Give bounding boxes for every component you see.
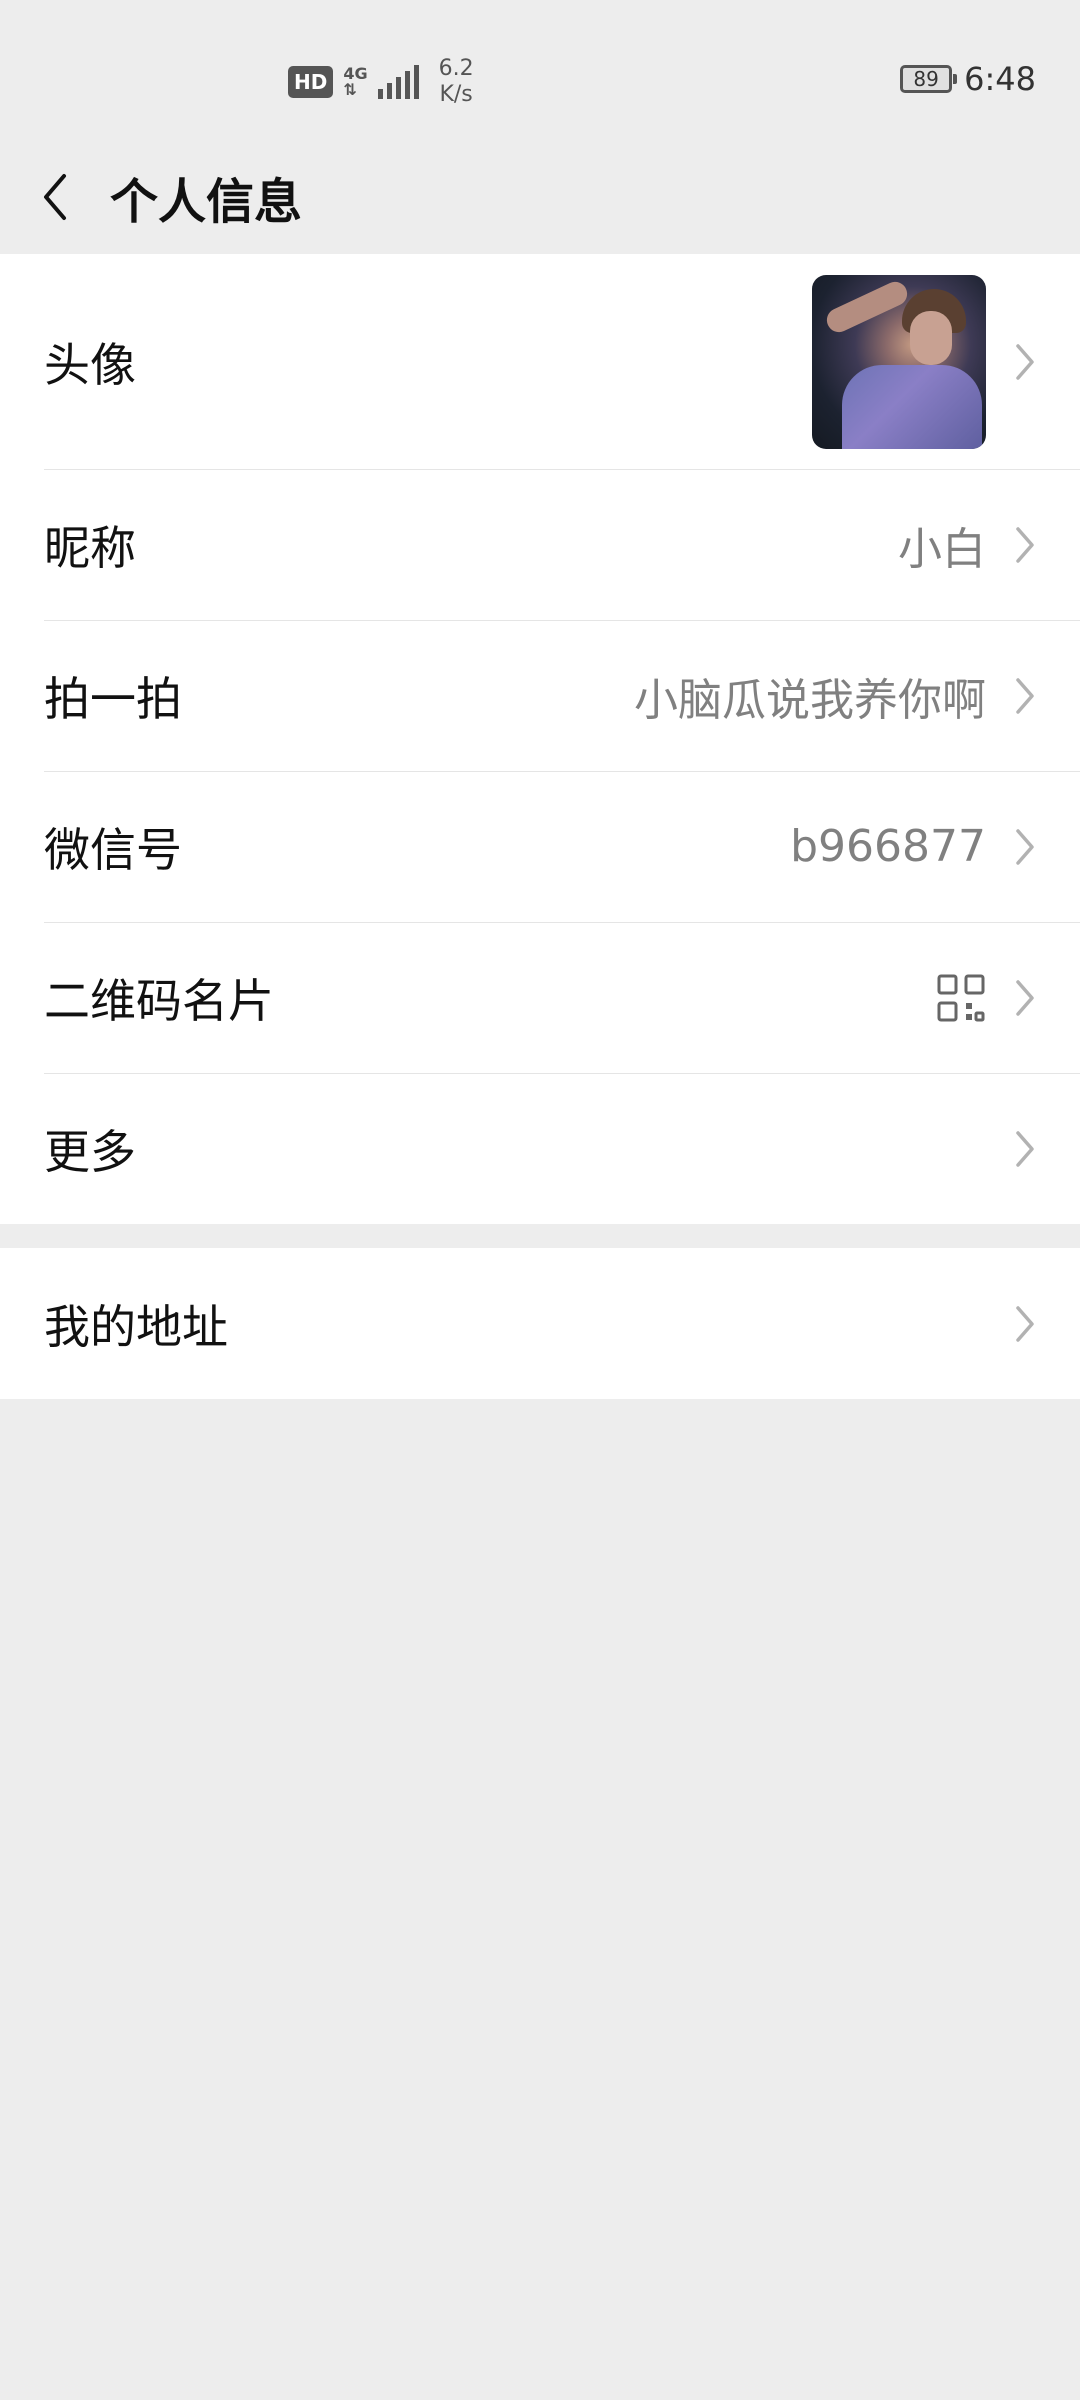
battery-level: 89	[913, 67, 939, 91]
avatar-label: 头像	[44, 337, 136, 392]
page-title: 个人信息	[110, 174, 303, 230]
row-avatar[interactable]: 头像	[0, 254, 1080, 469]
back-arrow-icon	[44, 174, 66, 220]
nickname-label: 昵称	[44, 520, 136, 575]
wechat-id-value: b966877	[790, 821, 986, 872]
avatar-container	[136, 274, 986, 449]
pat-label: 拍一拍	[44, 671, 182, 726]
data-arrows-icon: ⇅	[343, 80, 357, 99]
battery-icon: 89	[900, 65, 958, 93]
network-speed-value: 6.2	[438, 56, 474, 81]
row-pat[interactable]: 拍一拍 小脑瓜说我养你啊	[0, 620, 1080, 771]
status-left: HD 4G ⇅ 6.2 K/s	[288, 56, 474, 108]
wechat-id-label: 微信号	[44, 822, 182, 877]
pat-value: 小脑瓜说我养你啊	[634, 674, 986, 726]
chevron-right-icon	[1014, 525, 1036, 565]
row-my-address[interactable]: 我的地址	[0, 1248, 1080, 1399]
row-wechat-id[interactable]: 微信号 b966877	[0, 771, 1080, 922]
network-speed-unit: K/s	[439, 82, 473, 107]
row-nickname[interactable]: 昵称 小白	[0, 469, 1080, 620]
chevron-right-icon	[1014, 1304, 1036, 1344]
chevron-right-icon	[1014, 827, 1036, 867]
row-more[interactable]: 更多	[0, 1073, 1080, 1224]
more-label: 更多	[44, 1124, 136, 1179]
row-qr-code[interactable]: 二维码名片	[0, 922, 1080, 1073]
back-button[interactable]	[0, 140, 110, 254]
nickname-value: 小白	[898, 523, 986, 575]
qr-container	[274, 973, 986, 1023]
address-label: 我的地址	[44, 1299, 228, 1354]
avatar[interactable]	[812, 274, 986, 449]
chevron-right-icon	[1014, 978, 1036, 1018]
qr-label: 二维码名片	[44, 973, 274, 1028]
status-right: 89 6:48	[900, 60, 1036, 98]
profile-group: 头像 昵称 小白 拍一拍 小脑瓜说我养你啊 微信号 b966877 二维码名片 …	[0, 254, 1080, 1224]
network-type: 4G ⇅	[343, 66, 367, 98]
chevron-right-icon	[1014, 342, 1036, 382]
hd-badge: HD	[288, 66, 334, 98]
signal-icon	[377, 65, 419, 99]
chevron-right-icon	[1014, 1129, 1036, 1169]
status-bar: HD 4G ⇅ 6.2 K/s 89 6:48	[0, 0, 1080, 140]
header: 个人信息	[0, 140, 1080, 254]
qr-code-icon	[937, 974, 985, 1021]
chevron-right-icon	[1014, 676, 1036, 716]
clock: 6:48	[964, 60, 1036, 98]
network-speed: 6.2 K/s	[439, 56, 474, 108]
address-group: 我的地址	[0, 1248, 1080, 1399]
